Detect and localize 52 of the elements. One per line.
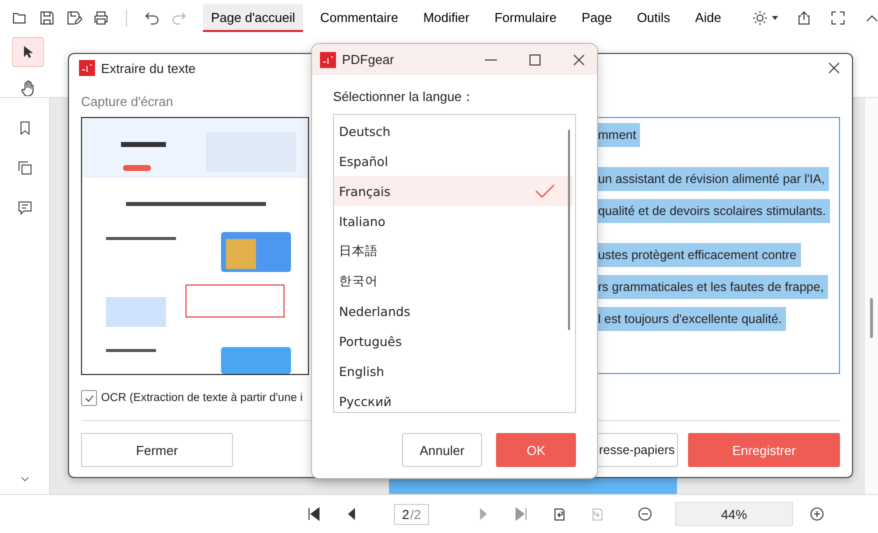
checkmark-icon — [84, 392, 94, 404]
language-item[interactable]: Русский — [334, 386, 575, 412]
text-area[interactable] — [598, 117, 840, 374]
language-item[interactable]: Deutsch — [334, 116, 575, 146]
menu-tab[interactable]: Page d'accueil — [203, 4, 304, 32]
save-icon[interactable] — [39, 10, 55, 26]
close-icon[interactable] — [571, 52, 587, 68]
scrollbar-thumb[interactable] — [568, 130, 570, 330]
save-edit-icon[interactable] — [66, 10, 82, 26]
dialog-button[interactable]: Fermer — [81, 433, 233, 467]
language-item[interactable]: Nederlands — [334, 296, 575, 326]
menu-tab[interactable]: Outils — [628, 4, 678, 32]
checkmark-icon — [535, 184, 555, 198]
language-item[interactable]: Português — [334, 326, 575, 356]
menu-tab[interactable]: Commentaire — [312, 4, 406, 32]
zoom-field[interactable]: 44% — [675, 502, 794, 526]
checkbox[interactable] — [81, 390, 97, 406]
language-item[interactable]: 日本語 — [334, 236, 575, 266]
caret-icon[interactable] — [772, 16, 778, 20]
menu-tab[interactable]: Page — [574, 4, 620, 32]
app-logo-icon — [320, 52, 336, 68]
first-page-icon[interactable] — [306, 506, 322, 522]
language-item[interactable]: Italiano — [334, 206, 575, 236]
page-field[interactable]: 2/2 — [394, 504, 430, 524]
select-tool[interactable] — [12, 37, 44, 67]
pages-icon[interactable] — [16, 160, 32, 176]
app-logo-icon — [79, 60, 95, 76]
language-item[interactable]: Français — [334, 176, 573, 206]
language-item[interactable]: English — [334, 356, 575, 386]
window-title: Extraire du texte — [101, 60, 196, 76]
zoom-out-icon[interactable] — [637, 506, 654, 522]
menu-tab[interactable]: Formulaire — [486, 4, 565, 32]
language-item[interactable]: 한국어 — [334, 266, 575, 296]
print-icon[interactable] — [93, 10, 109, 26]
zoom-in-icon[interactable] — [809, 506, 826, 522]
share-icon[interactable] — [796, 10, 812, 26]
prompt-label: Sélectionner la langue： — [333, 88, 476, 106]
scrollbar-thumb[interactable] — [870, 298, 873, 338]
maximize-icon[interactable] — [527, 52, 543, 68]
comment-icon[interactable] — [16, 200, 32, 216]
section-label: Capture d'écran — [81, 94, 174, 111]
hand-icon — [20, 80, 36, 96]
language-item[interactable]: Español — [334, 146, 575, 176]
menu-tab[interactable]: Aide — [687, 4, 730, 32]
dialog-button[interactable]: Annuler — [402, 433, 482, 467]
window-title: PDFgear — [342, 52, 394, 67]
last-page-icon[interactable] — [513, 506, 530, 522]
close-icon[interactable] — [826, 60, 842, 76]
fullscreen-icon[interactable] — [830, 10, 846, 26]
menu-tab[interactable]: Modifier — [415, 4, 478, 32]
undo-icon[interactable] — [144, 10, 160, 26]
brightness-icon[interactable] — [752, 10, 768, 26]
